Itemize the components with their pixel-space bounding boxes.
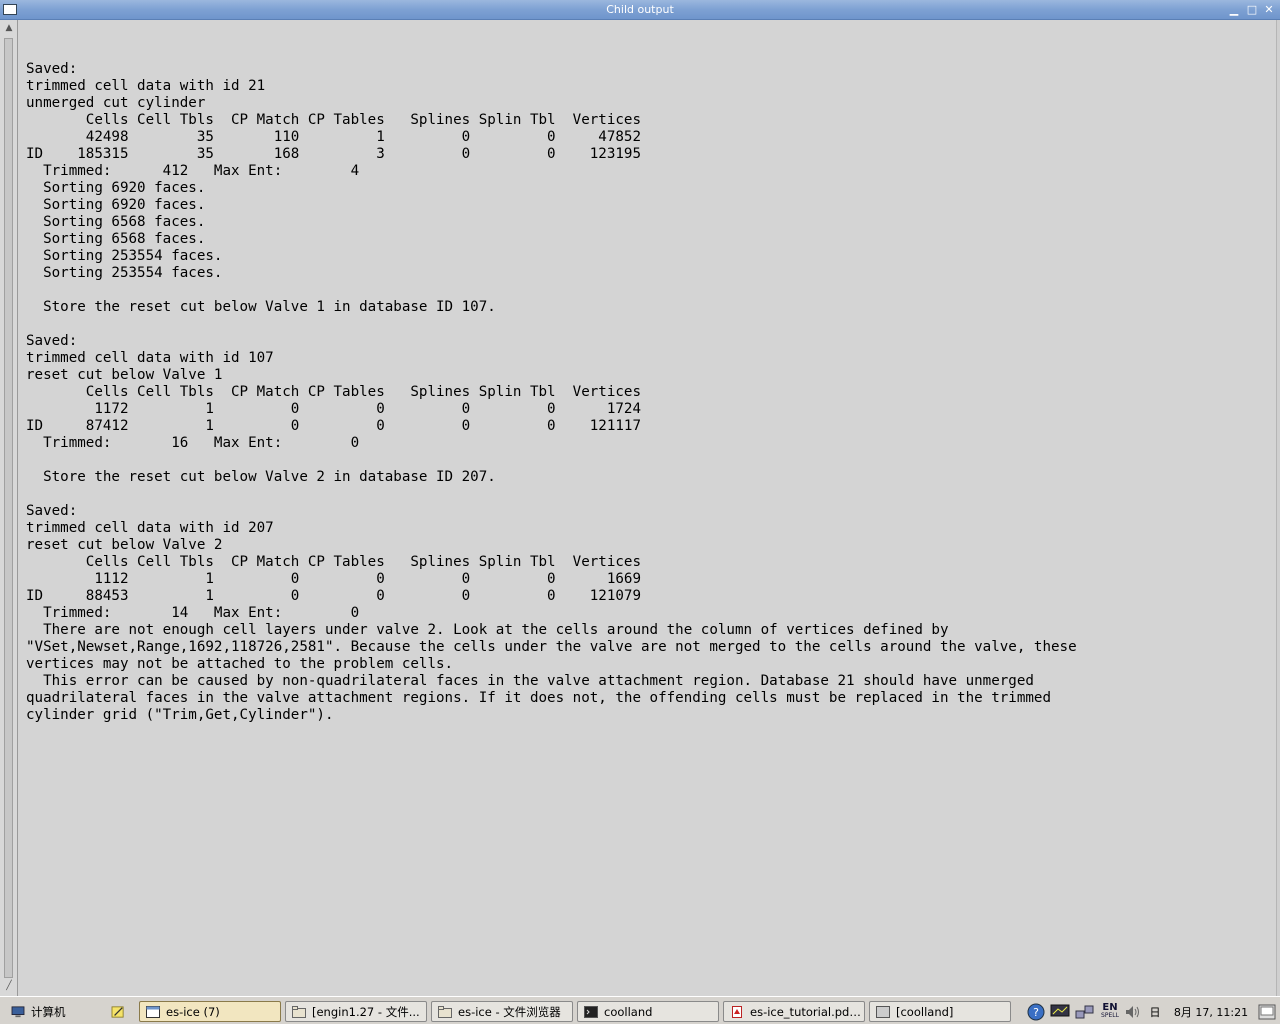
window-icon [146,1005,160,1018]
output-line: trimmed cell data with id 207 [26,520,274,536]
output-text: Saved: trimmed cell data with id 21 unmerg… [26,44,1077,724]
task-button-file-browser[interactable]: es-ice - 文件浏览器 [431,1001,573,1022]
output-line: Sorting 6568 faces. [26,214,206,230]
output-line: Sorting 6920 faces. [26,197,206,213]
output-line: Cells Cell Tbls CP Match CP Tables Splin… [26,384,641,400]
task-label: es-ice (7) [166,1004,220,1019]
output-line: Cells Cell Tbls CP Match CP Tables Splin… [26,112,641,128]
volume-icon[interactable] [1122,1002,1144,1021]
task-button-engin-folder[interactable]: [engin1.27 - 文件... [285,1001,427,1022]
monitor-icon[interactable] [1049,1002,1071,1021]
task-button-coolland-2[interactable]: [coolland] [869,1001,1011,1022]
terminal-icon [584,1005,598,1018]
notes-launcher[interactable] [104,1001,128,1022]
output-line: Trimmed: 16 Max Ent: 0 [26,435,360,451]
clock[interactable]: 8月 17, 11:21 [1168,1002,1254,1021]
notepad-icon [111,1005,124,1018]
weekday-label: 日 [1149,1005,1161,1019]
output-line: Sorting 253554 faces. [26,265,223,281]
output-line: Saved: [26,503,78,519]
task-button-pdf[interactable]: es-ice_tutorial.pdf -··· [723,1001,865,1022]
output-line: ID 185315 35 168 3 0 0 123195 [26,146,641,162]
output-line: Saved: [26,333,78,349]
maximize-icon[interactable]: □ [1244,2,1260,17]
computer-icon [11,1005,25,1017]
scroll-up-icon[interactable]: ▲ [3,22,15,34]
output-line: Store the reset cut below Valve 2 in dat… [26,469,496,485]
output-line: vertices may not be attached to the prob… [26,656,454,672]
output-line: Store the reset cut below Valve 1 in dat… [26,299,496,315]
output-line: 1172 1 0 0 0 0 1724 [26,401,641,417]
output-line: 42498 35 110 1 0 0 47852 [26,129,641,145]
window-icon [876,1005,890,1018]
output-line: ID 87412 1 0 0 0 0 121117 [26,418,641,434]
output-line: unmerged cut cylinder [26,95,206,111]
output-line: cylinder grid ("Trim,Get,Cylinder"). [26,707,334,723]
folder-icon [292,1005,306,1018]
output-line: Trimmed: 14 Max Ent: 0 [26,605,360,621]
output-line: trimmed cell data with id 107 [26,350,274,366]
language-label: EN [1102,1001,1118,1013]
output-line: quadrilateral faces in the valve attachm… [26,690,1051,706]
show-desktop-icon[interactable] [1257,1002,1277,1021]
folder-icon [438,1005,452,1018]
help-icon[interactable]: ? [1026,1002,1046,1021]
task-button-es-ice[interactable]: es-ice (7) [139,1001,281,1022]
vertical-scrollbar[interactable]: ▲ ╱ [0,20,18,996]
output-line: There are not enough cell layers under v… [26,622,949,638]
output-line: reset cut below Valve 2 [26,537,223,553]
taskbar: 计算机 es-ice (7) [engin1.27 - 文件... es-ice… [0,996,1280,1024]
output-line: This error can be caused by non-quadrila… [26,673,1034,689]
start-menu-label: 计算机 [31,1004,66,1019]
output-line: Cells Cell Tbls CP Match CP Tables Splin… [26,554,641,570]
output-line: 1112 1 0 0 0 0 1669 [26,571,641,587]
task-label: [engin1.27 - 文件... [312,1004,420,1019]
spell-label: SPELL [1101,1011,1119,1019]
resize-grip-icon[interactable]: ╱ [3,980,15,992]
output-line: trimmed cell data with id 21 [26,78,266,94]
task-label: coolland [604,1004,653,1019]
output-line: Sorting 6920 faces. [26,180,206,196]
task-label: es-ice_tutorial.pdf -··· [750,1004,864,1019]
task-button-coolland[interactable]: coolland [577,1001,719,1022]
close-icon[interactable]: ✕ [1261,2,1277,17]
window-right-border [1276,20,1280,996]
svg-text:?: ? [1033,1006,1039,1019]
output-line: Trimmed: 412 Max Ent: 4 [26,163,360,179]
output-line: Sorting 6568 faces. [26,231,206,247]
task-label: [coolland] [896,1004,954,1019]
start-menu-button[interactable]: 计算机 [4,1001,100,1022]
output-line: Sorting 253554 faces. [26,248,223,264]
minimize-icon[interactable]: ▁ [1226,2,1242,17]
title-bar[interactable]: Child output ▁ □ ✕ [0,0,1280,20]
output-line: Saved: [26,61,78,77]
scrollbar-track[interactable] [4,38,13,978]
window-title: Child output [606,3,674,16]
language-indicator[interactable]: EN SPELL [1099,1002,1121,1021]
pdf-icon [732,1005,742,1018]
network-icon[interactable] [1074,1002,1096,1021]
output-line: ID 88453 1 0 0 0 0 121079 [26,588,641,604]
task-label: es-ice - 文件浏览器 [458,1004,561,1019]
terminal-output-area[interactable]: Saved: trimmed cell data with id 21 unmerg… [20,20,1275,996]
output-line: "VSet,Newset,Range,1692,118726,2581". Be… [26,639,1077,655]
output-line: reset cut below Valve 1 [26,367,223,383]
